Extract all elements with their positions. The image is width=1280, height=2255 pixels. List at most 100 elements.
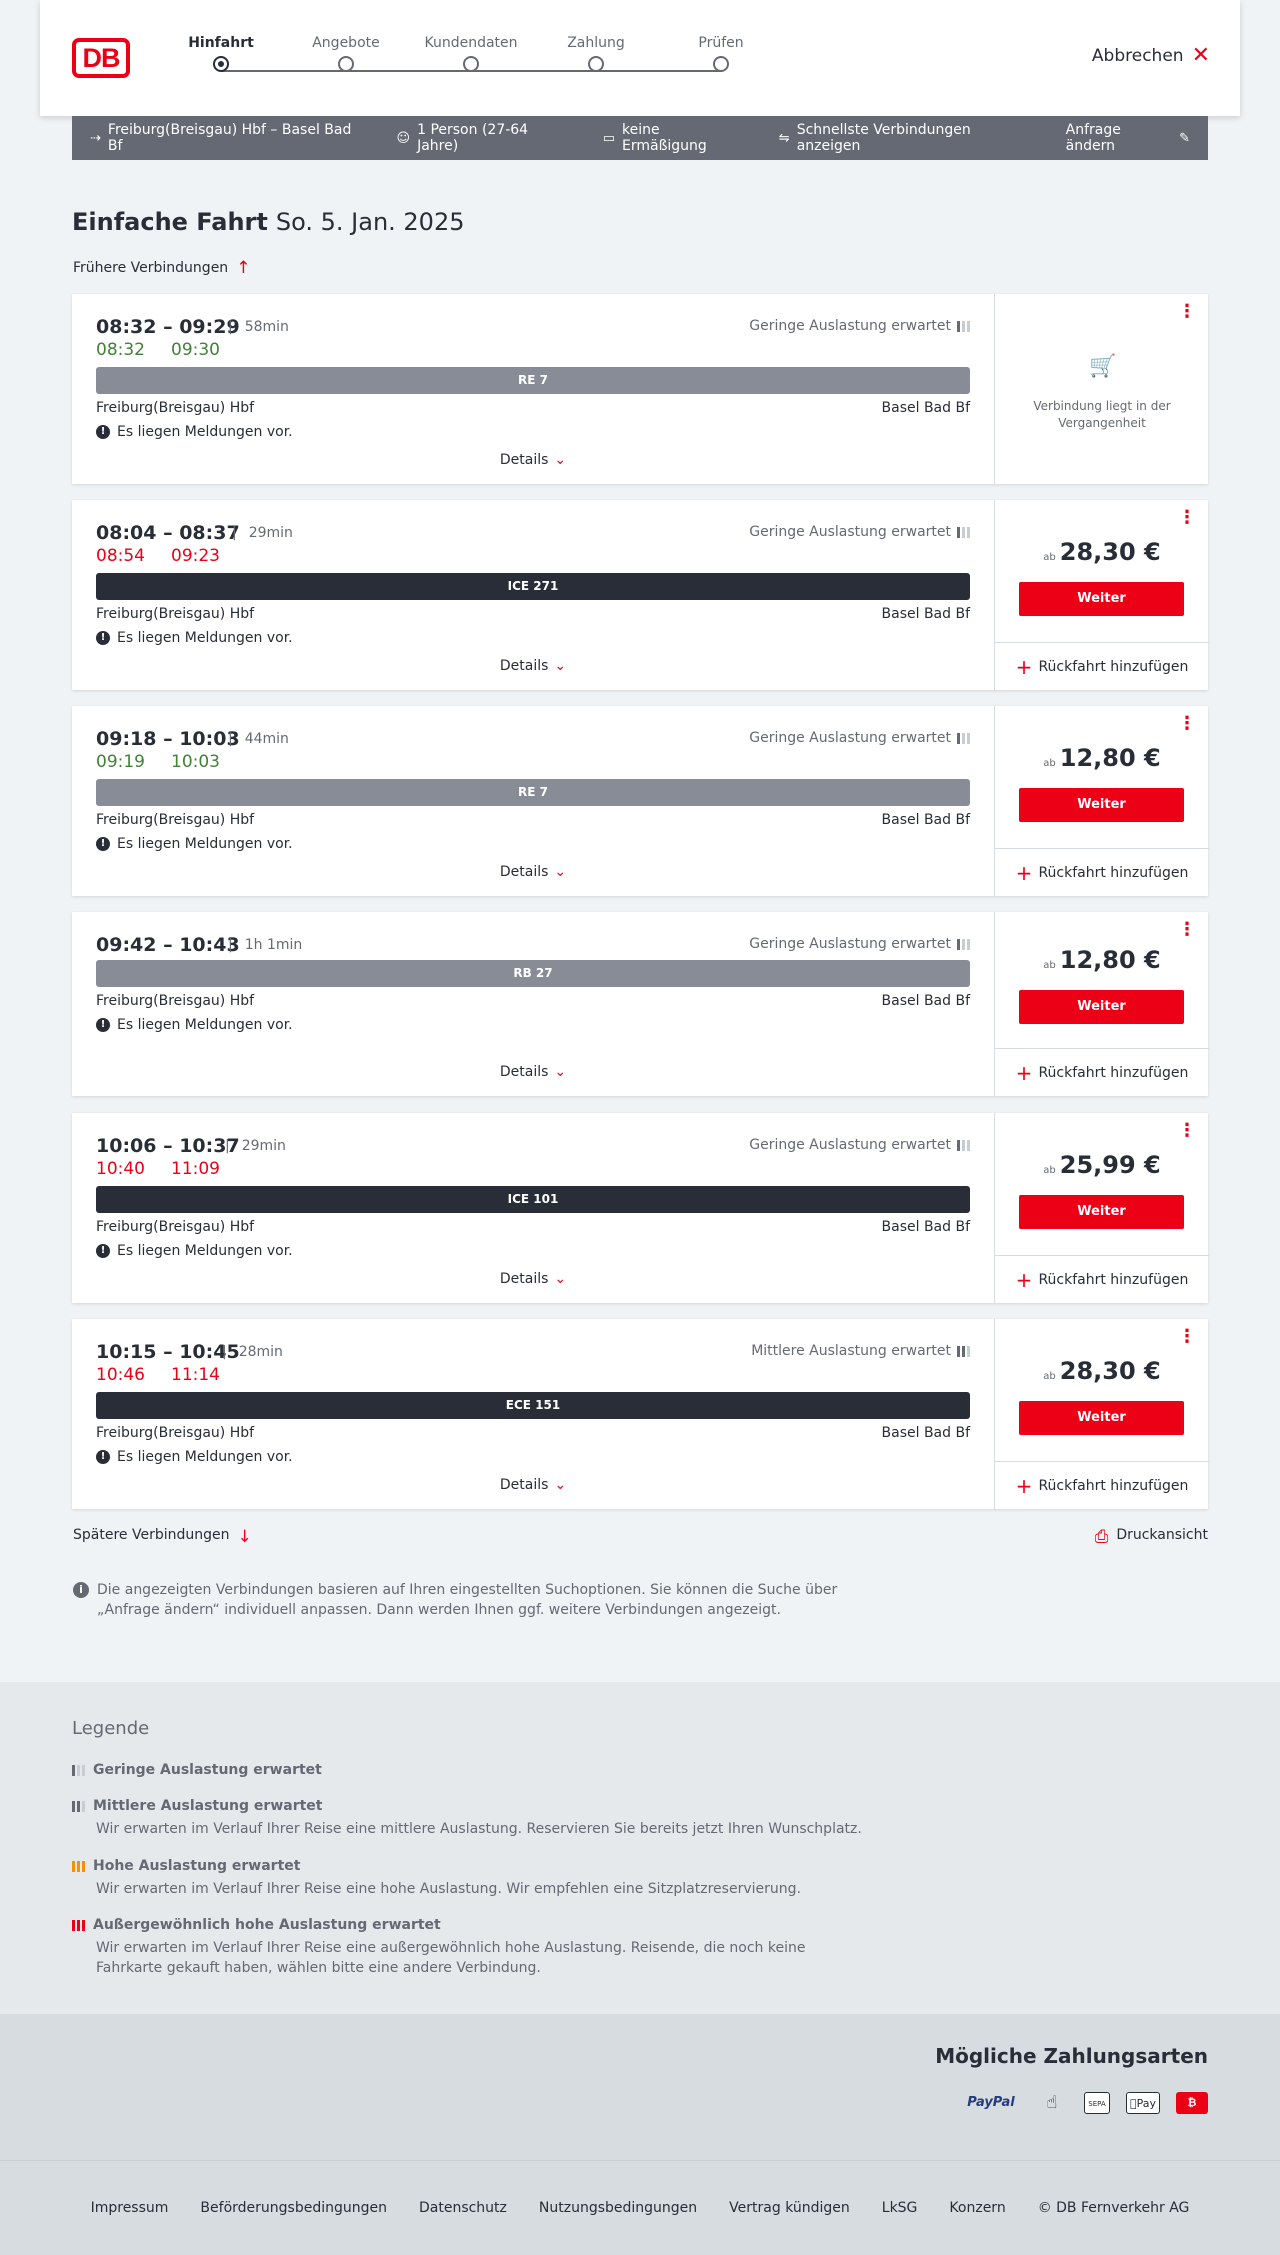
message-notice: ! Es liegen Meldungen vor. xyxy=(96,424,293,440)
train-bar[interactable]: ICE 271 xyxy=(96,573,970,600)
footer-link-konzern[interactable]: Konzern xyxy=(949,2200,1005,2216)
later-connections-link[interactable]: Spätere Verbindungen ↓ xyxy=(73,1527,252,1547)
step-dot xyxy=(588,56,604,72)
footer-link-vertrag-kuendigen[interactable]: Vertrag kündigen xyxy=(729,2200,850,2216)
step-dot xyxy=(463,56,479,72)
legend-text: Wir erwarten im Verlauf Ihrer Reise eine… xyxy=(96,1821,862,1837)
step-label: Zahlung xyxy=(567,35,625,51)
add-return-button[interactable]: + Rückfahrt hinzufügen xyxy=(995,1048,1209,1096)
weiter-button[interactable]: Weiter xyxy=(1019,990,1184,1024)
db-logo[interactable]: DB xyxy=(72,38,130,78)
realtime-times: 08:32 09:30 xyxy=(96,340,246,360)
footer-link-impressum[interactable]: Impressum xyxy=(91,2200,169,2216)
print-label: Druckansicht xyxy=(1116,1527,1208,1543)
weiter-button[interactable]: Weiter xyxy=(1019,788,1184,822)
details-toggle[interactable]: Details ⌄ xyxy=(72,864,994,880)
message-label: Es liegen Meldungen vor. xyxy=(117,1017,293,1033)
weiter-button[interactable]: Weiter xyxy=(1019,582,1184,616)
add-return-button[interactable]: + Rückfahrt hinzufügen xyxy=(995,1255,1209,1303)
more-options-icon[interactable]: ⋮ xyxy=(1178,303,1196,321)
earlier-connections-link[interactable]: Frühere Verbindungen ↑ xyxy=(73,258,250,278)
footer-link-nutzungsbedingungen[interactable]: Nutzungsbedingungen xyxy=(539,2200,697,2216)
train-bar[interactable]: RE 7 xyxy=(96,779,970,806)
price: ab 28,30 € xyxy=(995,1357,1209,1385)
train-bar[interactable]: RB 27 xyxy=(96,960,970,987)
more-options-icon[interactable]: ⋮ xyxy=(1178,715,1196,733)
more-options-icon[interactable]: ⋮ xyxy=(1178,509,1196,527)
more-options-icon[interactable]: ⋮ xyxy=(1178,1122,1196,1140)
train-bar[interactable]: RE 7 xyxy=(96,367,970,394)
price-value: 12,80 € xyxy=(1059,744,1161,772)
occupancy-low-icon xyxy=(957,938,970,950)
occupancy-low-icon xyxy=(957,1139,970,1151)
plus-icon: + xyxy=(1015,1267,1033,1292)
add-return-button[interactable]: + Rückfahrt hinzufügen xyxy=(995,1461,1209,1509)
occupancy-low-icon xyxy=(957,526,970,538)
train-bar[interactable]: ECE 151 xyxy=(96,1392,970,1419)
chevron-down-icon: ⌄ xyxy=(554,1477,567,1493)
print-view-link[interactable]: ⎙ Druckansicht xyxy=(1095,1527,1208,1547)
details-toggle[interactable]: Details ⌄ xyxy=(72,658,994,674)
realtime-arrival: 11:14 xyxy=(171,1365,220,1385)
details-toggle[interactable]: Details ⌄ xyxy=(72,1477,994,1493)
search-summary-bar: ⇢ Freiburg(Breisgau) Hbf – Basel Bad Bf ☺… xyxy=(72,116,1208,160)
connection-offer: ⋮ ab 28,30 € Weiter + Rückfahrt hinzufügen xyxy=(994,500,1209,690)
occupancy-medium-icon xyxy=(957,1345,970,1357)
search-info-note: i Die angezeigten Verbindungen basieren a… xyxy=(73,1580,853,1620)
details-toggle[interactable]: Details ⌄ xyxy=(72,1271,994,1287)
footer-link-datenschutz[interactable]: Datenschutz xyxy=(419,2200,507,2216)
origin-station: Freiburg(Breisgau) Hbf xyxy=(96,400,255,416)
destination-station: Basel Bad Bf xyxy=(881,1425,970,1441)
add-return-button[interactable]: + Rückfahrt hinzufügen xyxy=(995,848,1209,896)
step-dot xyxy=(713,56,729,72)
arrow-up-icon: ↑ xyxy=(236,258,251,278)
realtime-times: 10:40 11:09 xyxy=(96,1159,246,1179)
apple-pay-label: Pay xyxy=(1133,2097,1156,2110)
fastest-toggle[interactable]: ⇋ Schnellste Verbindungen anzeigen xyxy=(779,122,1032,154)
add-return-button[interactable]: + Rückfahrt hinzufügen xyxy=(995,642,1209,690)
price-prefix: ab xyxy=(1043,1371,1056,1382)
footer-link-lksg[interactable]: LkSG xyxy=(882,2200,918,2216)
step-label: Kundendaten xyxy=(424,35,518,51)
weiter-button[interactable]: Weiter xyxy=(1019,1401,1184,1435)
more-options-icon[interactable]: ⋮ xyxy=(1178,921,1196,939)
arrow-down-icon: ↓ xyxy=(237,1527,252,1547)
details-toggle[interactable]: Details ⌄ xyxy=(72,452,994,468)
connection-main: 10:15 – 10:45 | 28min 10:46 11:14 Mittlere… xyxy=(72,1319,994,1509)
occupancy-exceptional-icon xyxy=(72,1919,85,1931)
legend-item: Mittlere Auslastung erwartet Wir erwarte… xyxy=(72,1798,872,1839)
price-value: 12,80 € xyxy=(1059,946,1161,974)
plus-icon: + xyxy=(1015,1060,1033,1085)
legend-text: Wir erwarten im Verlauf Ihrer Reise eine… xyxy=(96,1940,806,1976)
connection-duration: | 28min xyxy=(222,1344,283,1360)
details-toggle[interactable]: Details ⌄ xyxy=(72,1064,994,1080)
connection-offer: ⋮ ab 25,99 € Weiter + Rückfahrt hinzufügen xyxy=(994,1113,1209,1303)
connection-main: 08:32 – 09:29 | 58min 08:32 09:30 Geringe … xyxy=(72,294,994,484)
plus-icon: + xyxy=(1015,654,1033,679)
realtime-times: 09:19 10:03 xyxy=(96,752,246,772)
payment-title: Mögliche Zahlungsarten xyxy=(935,2044,1208,2068)
plus-icon: + xyxy=(1015,860,1033,885)
more-options-icon[interactable]: ⋮ xyxy=(1178,1328,1196,1346)
footer-copyright: © DB Fernverkehr AG xyxy=(1037,2200,1190,2216)
connection-main: 09:42 – 10:43 | 1h 1min Geringe Auslastun… xyxy=(72,912,994,1096)
details-label: Details xyxy=(499,1477,549,1493)
weiter-button[interactable]: Weiter xyxy=(1019,1195,1184,1229)
occupancy-label: Geringe Auslastung erwartet xyxy=(749,1137,951,1153)
connection-card: 08:04 – 08:37 | 29min 08:54 09:23 Geringe … xyxy=(72,500,1209,690)
cancel-button[interactable]: Abbrechen ✕ xyxy=(1091,45,1210,67)
change-search-button[interactable]: Anfrage ändern ✎ xyxy=(1066,122,1190,154)
step-label: Prüfen xyxy=(698,35,744,51)
train-bar[interactable]: ICE 101 xyxy=(96,1186,970,1213)
travel-date: So. 5. Jan. 2025 xyxy=(275,208,465,236)
chevron-down-icon: ⌄ xyxy=(554,452,567,468)
pencil-icon: ✎ xyxy=(1179,130,1191,146)
occupancy-label: Geringe Auslastung erwartet xyxy=(749,318,951,334)
passenger-summary: ☺ 1 Person (27-64 Jahre) xyxy=(397,122,569,154)
chevron-down-icon: ⌄ xyxy=(554,864,567,880)
footer-link-befoerderungsbedingungen[interactable]: Beförderungsbedingungen xyxy=(200,2200,387,2216)
connection-offer: ⋮ ab 12,80 € Weiter + Rückfahrt hinzufügen xyxy=(994,706,1209,896)
price-prefix: ab xyxy=(1043,758,1056,769)
legend-item: Hohe Auslastung erwartet Wir erwarten im… xyxy=(72,1858,872,1899)
cancel-label: Abbrechen xyxy=(1091,46,1184,66)
